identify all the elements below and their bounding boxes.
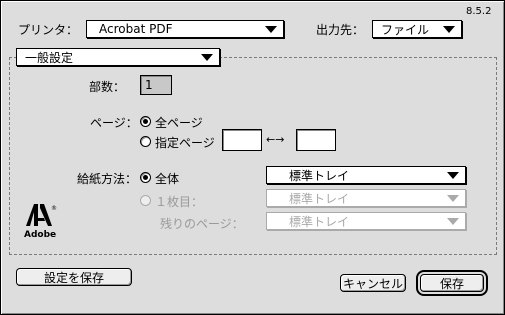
save-settings-button[interactable]: 設定を保存 xyxy=(16,268,132,286)
svg-text:®: ® xyxy=(51,205,57,212)
paper-all-value: 標準トレイ xyxy=(289,168,350,183)
paper-source-label: 給紙方法： xyxy=(77,172,138,186)
pages-all-label: 全ページ xyxy=(155,116,203,130)
pages-range-radio[interactable] xyxy=(140,136,151,147)
chevron-down-icon xyxy=(447,195,459,202)
paper-first-radio[interactable] xyxy=(140,195,151,206)
destination-value: ファイル xyxy=(381,22,430,37)
pages-range-label: 指定ページ xyxy=(155,136,215,150)
paper-all-radio[interactable] xyxy=(140,172,151,183)
paper-all-label: 全体 xyxy=(155,172,180,186)
page-range-separator: ←→ xyxy=(266,133,285,146)
printer-popup[interactable]: Acrobat PDF xyxy=(86,20,284,38)
printer-value: Acrobat PDF xyxy=(99,22,173,36)
adobe-logo-text: Adobe xyxy=(24,230,57,240)
copies-value: 1 xyxy=(145,78,153,92)
paper-first-label: １枚目： xyxy=(155,195,204,209)
printer-label: プリンタ： xyxy=(18,23,79,37)
version-label: 8.5.2 xyxy=(466,6,492,17)
chevron-down-icon xyxy=(447,172,459,179)
chevron-down-icon xyxy=(201,54,213,61)
chevron-down-icon xyxy=(447,218,459,225)
panel-value: 一般設定 xyxy=(25,50,74,65)
page-to-input[interactable] xyxy=(296,129,336,151)
chevron-down-icon xyxy=(443,26,455,33)
copies-label: 部数： xyxy=(89,80,126,94)
paper-remaining-label: 残りのページ： xyxy=(160,217,244,231)
save-button[interactable]: 保存 xyxy=(416,270,488,296)
paper-first-value: 標準トレイ xyxy=(289,191,350,206)
pages-label: ページ： xyxy=(90,116,138,130)
destination-label: 出力先： xyxy=(316,23,365,37)
paper-remaining-value: 標準トレイ xyxy=(289,214,350,229)
adobe-logo: ® Adobe xyxy=(24,204,60,240)
adobe-logo-icon: ® xyxy=(26,204,57,226)
chevron-down-icon xyxy=(265,26,277,33)
paper-first-popup[interactable]: 標準トレイ xyxy=(266,189,466,207)
destination-popup[interactable]: ファイル xyxy=(372,20,462,38)
copies-input[interactable]: 1 xyxy=(140,75,172,95)
pages-all-radio[interactable] xyxy=(140,116,151,127)
paper-remaining-popup[interactable]: 標準トレイ xyxy=(266,212,466,230)
paper-all-popup[interactable]: 標準トレイ xyxy=(266,166,466,184)
cancel-button[interactable]: キャンセル xyxy=(340,274,406,292)
page-from-input[interactable] xyxy=(222,129,262,151)
panel-popup[interactable]: 一般設定 xyxy=(16,48,220,66)
